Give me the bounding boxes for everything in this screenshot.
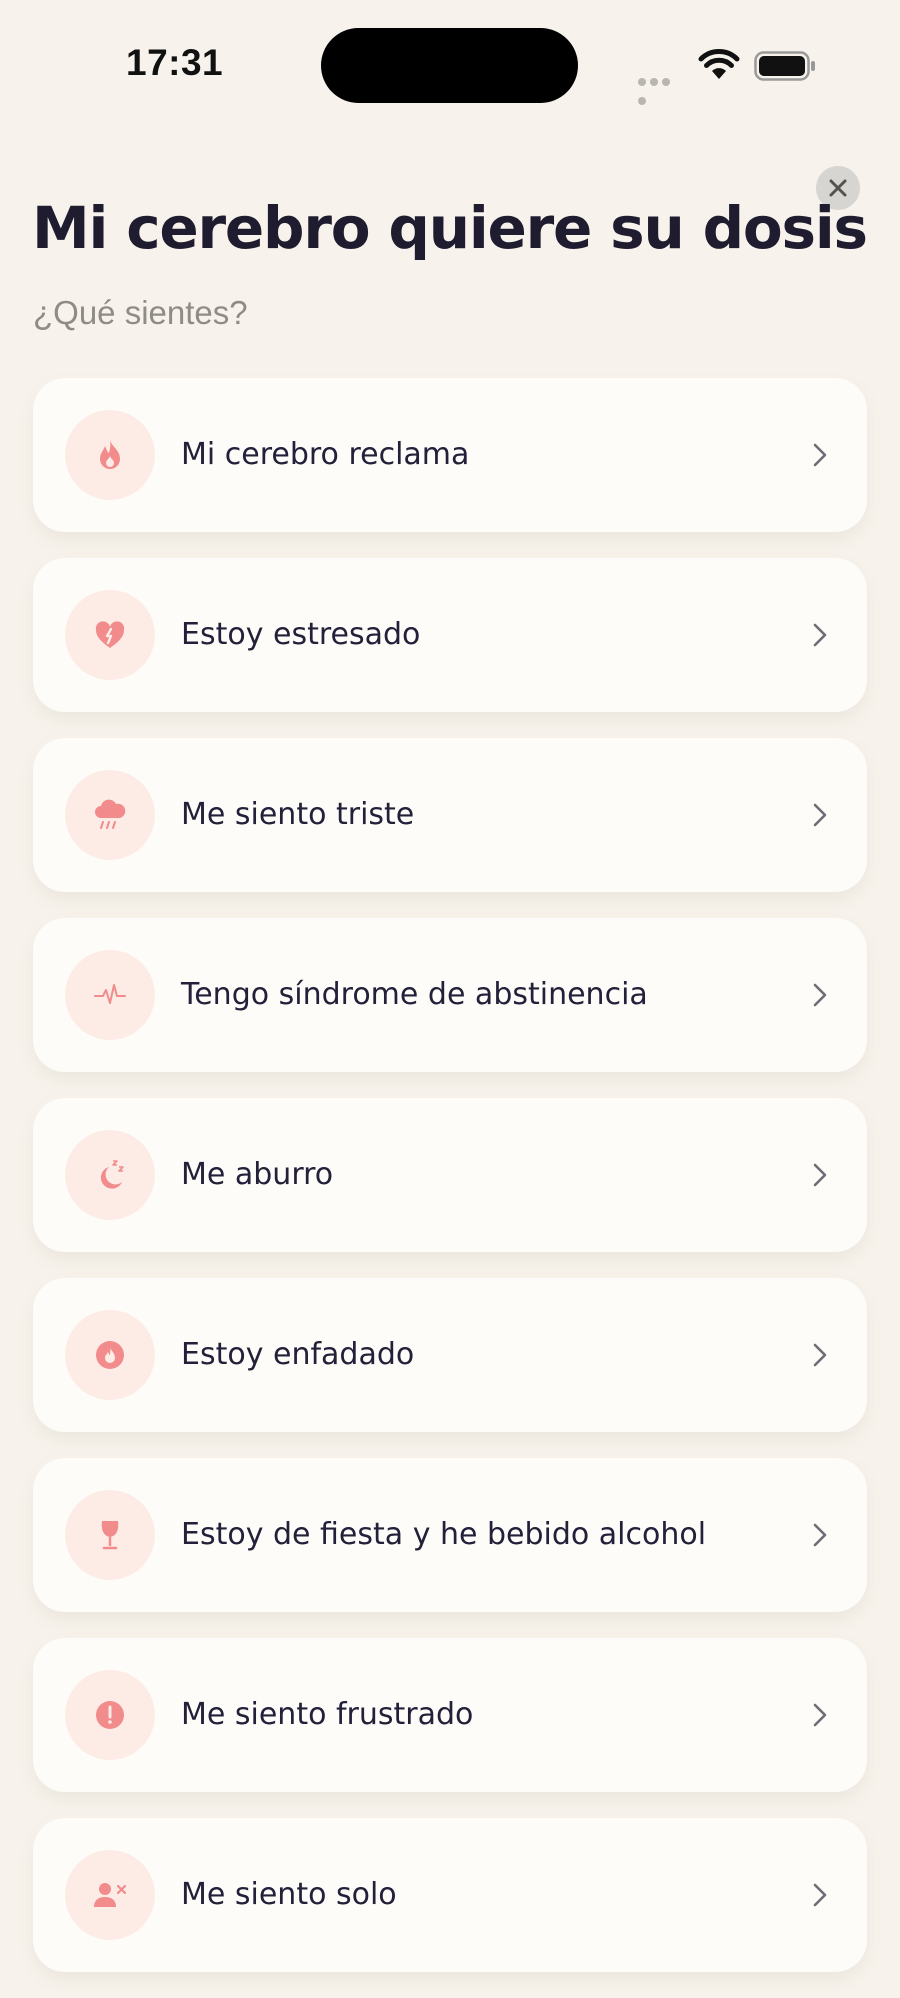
chevron-right-icon (813, 983, 827, 1007)
item-label: Estoy de fiesta y he bebido alcohol (181, 1517, 707, 1552)
list-item-sad[interactable]: Me siento triste (33, 738, 867, 892)
icon-badge (65, 1310, 155, 1400)
list-item-stressed[interactable]: Estoy estresado (33, 558, 867, 712)
rain-cloud-icon (95, 799, 126, 829)
icon-badge (65, 1670, 155, 1760)
feelings-list: Mi cerebro reclama Estoy estresado Me si… (33, 378, 867, 1998)
chevron-right-icon (813, 1343, 827, 1367)
list-item-partying[interactable]: Estoy de fiesta y he bebido alcohol (33, 1458, 867, 1612)
item-label: Mi cerebro reclama (181, 437, 470, 472)
chevron-right-icon (813, 1703, 827, 1727)
icon-badge (65, 950, 155, 1040)
list-item-cravings[interactable]: Mi cerebro reclama (33, 378, 867, 532)
wine-glass-icon (101, 1521, 119, 1550)
icon-badge (65, 590, 155, 680)
broken-heart-icon (95, 621, 125, 648)
chevron-right-icon (813, 803, 827, 827)
item-label: Me siento frustrado (181, 1697, 474, 1732)
item-label: Me siento triste (181, 797, 415, 832)
status-time: 17:31 (126, 42, 224, 83)
person-x-icon (94, 1883, 127, 1907)
status-bar: 17:31 (0, 0, 900, 130)
list-item-lonely[interactable]: Me siento solo (33, 1818, 867, 1972)
heartbeat-icon (94, 984, 126, 1004)
cellular-signal-icon (638, 71, 684, 105)
moon-sleep-icon (100, 1160, 124, 1189)
item-label: Me aburro (181, 1157, 334, 1192)
page-title: Mi cerebro quiere su dosis (32, 194, 868, 262)
item-label: Estoy enfadado (181, 1337, 415, 1372)
icon-badge (65, 1850, 155, 1940)
chevron-right-icon (813, 623, 827, 647)
list-item-angry[interactable]: Estoy enfadado (33, 1278, 867, 1432)
chevron-right-icon (813, 443, 827, 467)
dynamic-island (321, 28, 578, 103)
chevron-right-icon (813, 1883, 827, 1907)
item-label: Me siento solo (181, 1877, 397, 1912)
item-label: Tengo síndrome de abstinencia (181, 977, 648, 1012)
exclamation-icon (96, 1701, 124, 1729)
list-item-bored[interactable]: Me aburro (33, 1098, 867, 1252)
chevron-right-icon (813, 1523, 827, 1547)
wifi-icon (698, 49, 740, 79)
icon-badge (65, 410, 155, 500)
list-item-frustrated[interactable]: Me siento frustrado (33, 1638, 867, 1792)
item-label: Estoy estresado (181, 617, 421, 652)
chevron-right-icon (813, 1163, 827, 1187)
icon-badge (65, 1130, 155, 1220)
icon-badge (65, 770, 155, 860)
icon-badge (65, 1490, 155, 1580)
angry-flame-icon (96, 1341, 124, 1369)
page-subtitle: ¿Qué sientes? (33, 294, 248, 331)
flame-icon (100, 440, 120, 469)
list-item-withdrawal[interactable]: Tengo síndrome de abstinencia (33, 918, 867, 1072)
battery-icon (754, 51, 815, 81)
